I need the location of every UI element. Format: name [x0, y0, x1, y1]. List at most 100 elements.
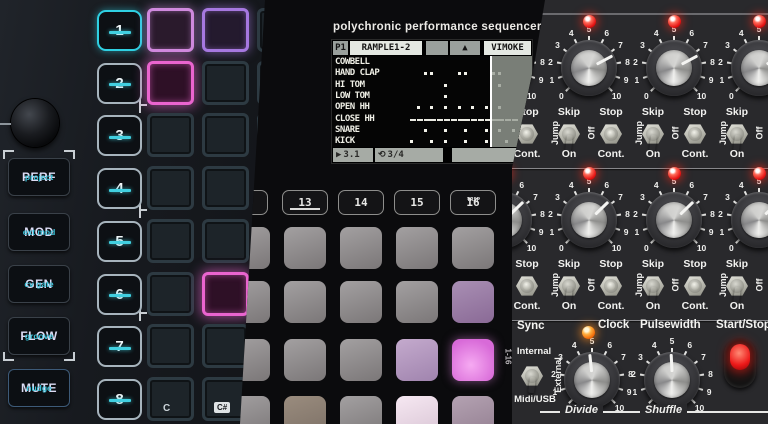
performance-pad-r1c3[interactable]	[340, 227, 382, 269]
dial-scale-number: 2	[547, 369, 559, 379]
dial-scale-number: 8	[705, 369, 717, 379]
dial-scale-number: 6	[604, 340, 616, 350]
dial-scale-number: 1	[549, 387, 561, 397]
performance-pad-r4c2[interactable]	[284, 396, 326, 424]
performance-pad-r2c4[interactable]	[396, 281, 438, 323]
left-pad-r4c2[interactable]	[202, 166, 249, 210]
skip-toggle[interactable]	[641, 122, 665, 146]
dial-scale-number: 3	[551, 40, 563, 50]
left-pad-r4c1[interactable]	[147, 166, 194, 210]
left-pad-r5c1[interactable]	[147, 219, 194, 263]
channel-led	[668, 167, 681, 180]
performance-pad-r1c4[interactable]	[396, 227, 438, 269]
dial-scale-number: 5	[666, 336, 678, 346]
left-pad-r7c1[interactable]	[147, 324, 194, 368]
dial-scale-number: 2	[544, 209, 556, 219]
skip-switch-top-label: Skip	[631, 258, 675, 270]
stop-toggle[interactable]	[599, 274, 623, 298]
skip-switch-bottom-label: On	[631, 300, 675, 312]
skip-toggle[interactable]	[557, 274, 581, 298]
stop-switch-bottom-label: Cont.	[673, 148, 717, 160]
performance-sequencer: polychronic performance sequencer P1 RAM…	[238, 0, 548, 424]
skip-switch-side-label: Off	[755, 127, 765, 140]
skip-switch-side-label: Off	[671, 127, 681, 140]
channel-knob-row1-2[interactable]: 012345678910	[544, 23, 634, 113]
left-pad-r6c1[interactable]	[147, 272, 194, 316]
dial-scale-number: 3	[636, 192, 648, 202]
left-pad-r7c2[interactable]	[202, 324, 249, 368]
dial-scale-number: 6	[601, 180, 613, 190]
dial-scale-number: 6	[686, 180, 698, 190]
dial-scale-number: 6	[601, 28, 613, 38]
stop-toggle[interactable]	[683, 122, 707, 146]
dial-scale-number: 3	[634, 352, 646, 362]
channel-knob-row2-2[interactable]: 012345678910	[544, 175, 634, 265]
sync-title: Sync	[517, 320, 545, 332]
performance-pad-r3c3[interactable]	[340, 339, 382, 381]
left-pad-r6c2[interactable]	[202, 272, 249, 316]
performance-pad-r1c2[interactable]	[284, 227, 326, 269]
stop-toggle[interactable]	[515, 274, 539, 298]
dial-scale-number: 10	[526, 243, 538, 253]
channel-knob-row2-3[interactable]: 012345678910	[629, 175, 719, 265]
left-pad-r1c1[interactable]	[147, 8, 194, 52]
dial-scale-number: 9	[703, 387, 715, 397]
dial-scale-number: 4	[568, 340, 580, 350]
skip-toggle[interactable]	[725, 274, 749, 298]
skip-switch-bottom-label: On	[547, 148, 591, 160]
dial-scale-number: 3	[554, 352, 566, 362]
stop-toggle[interactable]	[683, 274, 707, 298]
divide-caption: Divide	[560, 404, 603, 416]
performance-pad-r2c2[interactable]	[284, 281, 326, 323]
performance-pad-r1c5[interactable]	[452, 227, 494, 269]
left-pad-r5c2[interactable]	[202, 219, 249, 263]
dial-scale-number: 1	[716, 75, 728, 85]
stop-switch-bottom-label: Cont.	[589, 148, 633, 160]
startstop-button[interactable]	[724, 338, 756, 388]
dial-scale-number: 10	[611, 243, 623, 253]
skip-switch-top-label: Skip	[715, 106, 759, 118]
left-pad-r8c1[interactable]	[147, 377, 194, 421]
channel-knob-row1-4[interactable]: 012345678910	[714, 23, 768, 113]
performance-pad-r4c4[interactable]	[396, 396, 438, 424]
stop-switch-top-label: Stop	[673, 258, 717, 270]
skip-toggle[interactable]	[557, 122, 581, 146]
channel-knob-row1-3[interactable]: 012345678910	[629, 23, 719, 113]
performance-pad-r3c2[interactable]	[284, 339, 326, 381]
performance-pad-r3c5[interactable]	[452, 339, 494, 381]
dial-scale-number: 6	[516, 180, 528, 190]
skip-toggle[interactable]	[641, 274, 665, 298]
dial-scale-number: 10	[696, 91, 708, 101]
pad-range-label: 1-16	[504, 348, 513, 364]
left-pad-r3c1[interactable]	[147, 113, 194, 157]
left-pad-r1c2[interactable]	[202, 8, 249, 52]
clock-led	[582, 326, 595, 339]
sync-toggle[interactable]	[520, 364, 544, 388]
performance-pad-r4c3[interactable]	[340, 396, 382, 424]
stop-switch-top-label: Stop	[673, 106, 717, 118]
dial-scale-number: 4	[735, 180, 747, 190]
stop-toggle[interactable]	[599, 122, 623, 146]
performance-pad-r4c5[interactable]	[452, 396, 494, 424]
skip-switch-top-label: Skip	[715, 258, 759, 270]
performance-pad-r3c4[interactable]	[396, 339, 438, 381]
left-pad-r3c2[interactable]	[202, 113, 249, 157]
dial-scale-number: 3	[551, 192, 563, 202]
dial-scale-number: 1	[546, 227, 558, 237]
dial-scale-number: 1	[546, 75, 558, 85]
skip-switch-side-label: Off	[671, 279, 681, 292]
skip-switch-top-label: Skip	[631, 106, 675, 118]
left-pad-r2c2[interactable]	[202, 61, 249, 105]
performance-pad-r2c3[interactable]	[340, 281, 382, 323]
startstop-title: Start/Stop	[716, 319, 768, 331]
dial-scale-number: 3	[636, 40, 648, 50]
clock-title: Clock	[598, 319, 629, 331]
left-pad-r2c1[interactable]	[147, 61, 194, 105]
channel-knob-row2-4[interactable]: 012345678910	[714, 175, 768, 265]
note-label-c: C	[163, 403, 170, 414]
skip-toggle[interactable]	[725, 122, 749, 146]
dial-scale-number: 1	[631, 75, 643, 85]
skip-switch-top-label: Skip	[547, 258, 591, 270]
performance-pad-r2c5[interactable]	[452, 281, 494, 323]
dial-scale-number: 4	[565, 28, 577, 38]
